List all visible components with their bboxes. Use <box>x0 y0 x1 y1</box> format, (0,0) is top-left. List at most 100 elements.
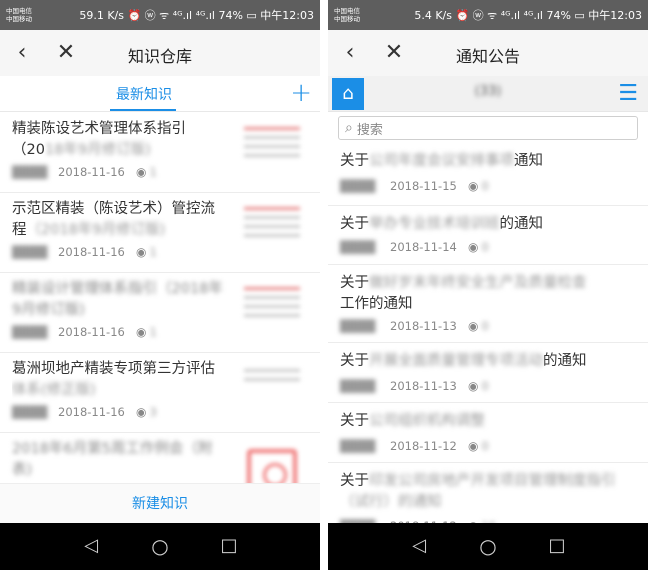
item-title: 示范区精装（陈设艺术）管控流程（2018年9月修订版) <box>12 201 215 238</box>
item-date: 2018-11-16 <box>58 165 125 179</box>
carrier-1: 中国电信 <box>334 7 360 15</box>
system-home-icon[interactable]: ○ <box>475 533 501 559</box>
item-meta: ████ 2018-11-16 ◉ 3 <box>12 405 157 419</box>
system-back-icon[interactable]: ◁ <box>78 533 104 559</box>
item-views: 1 <box>149 325 157 339</box>
carrier-labels: 中国电信 中国移动 <box>334 7 374 23</box>
notice-screen: 中国电信 中国移动 5.4 K/s ⏰ ⓦ ᯤ ⁴ᴳ.ıl ⁴ᴳ.ıl 74% … <box>328 0 648 570</box>
tab-latest-knowledge[interactable]: 最新知识 <box>116 84 172 104</box>
item-meta: ████ 2018-11-16 ◉ 1 <box>12 325 157 339</box>
item-title: 精装陈设艺术管理体系指引（2018年9月修订版) <box>12 121 186 158</box>
item-author: ████ <box>340 439 376 453</box>
system-back-icon[interactable]: ◁ <box>406 533 432 559</box>
item-meta: ████ 2018-11-16 ◉ 1 <box>12 245 157 259</box>
item-date: 2018-11-15 <box>390 179 457 193</box>
item-author: ████ <box>12 165 48 179</box>
item-author: ████ <box>340 240 376 254</box>
carrier-1: 中国电信 <box>6 7 32 15</box>
list-item[interactable]: 精装设计管理体系指引（2018年9月修订版) ████ 2018-11-16 ◉… <box>0 273 320 353</box>
item-title: 葛洲坝地产精装专项第三方评估体系(修正版) <box>12 361 215 398</box>
item-author: ████ <box>340 379 376 393</box>
item-date: 2018-11-12 <box>390 439 457 453</box>
eye-icon: ◉ <box>468 240 479 254</box>
eye-icon: ◉ <box>468 179 479 193</box>
item-thumbnail <box>240 363 304 421</box>
list-item[interactable]: 葛洲坝地产精装专项第三方评估体系(修正版) ████ 2018-11-16 ◉ … <box>0 353 320 433</box>
search-placeholder: 搜索 <box>356 122 383 138</box>
carrier-2: 中国移动 <box>6 15 32 23</box>
item-title: 关于开展全面质量管理专项活动的通知 <box>340 353 587 369</box>
item-title: 关于公司年度会议安排事项通知 <box>340 153 543 169</box>
list-item[interactable]: 精装陈设艺术管理体系指引（2018年9月修订版) ████ 2018-11-16… <box>0 113 320 193</box>
item-title: 2018年6月第5周工作例会（附表) <box>12 441 213 478</box>
item-views: 1 <box>149 245 157 259</box>
item-views: 0 <box>481 379 489 393</box>
nav-bar: ‹ ✕ 通知公告 <box>328 30 648 76</box>
system-recent-icon[interactable]: □ <box>544 533 570 559</box>
item-author: ████ <box>12 245 48 259</box>
system-home-icon[interactable]: ○ <box>147 533 173 559</box>
notice-count: (33) <box>474 84 502 99</box>
new-knowledge-button[interactable]: 新建知识 <box>0 483 320 523</box>
knowledge-screen: 中国电信 中国移动 59.1 K/s ⏰ ⓦ ᯤ ⁴ᴳ.ıl ⁴ᴳ.ıl 74%… <box>0 0 320 570</box>
item-meta: ████ 2018-11-16 ◉ 1 <box>12 165 157 179</box>
item-date: 2018-11-13 <box>390 319 457 333</box>
item-date: 2018-11-14 <box>390 240 457 254</box>
search-bar: ⌕ 搜索 <box>328 112 648 142</box>
eye-icon: ◉ <box>136 405 147 419</box>
list-item[interactable]: 2018年6月第5周工作例会（附表) <box>0 433 320 483</box>
item-title: 精装设计管理体系指引（2018年9月修订版) <box>12 281 223 318</box>
notice-header: ⌂ (33) ☰ <box>328 76 648 112</box>
item-author: ████ <box>12 405 48 419</box>
item-thumbnail <box>240 443 304 483</box>
item-author: ████ <box>340 179 376 193</box>
item-views: 0 <box>481 319 489 333</box>
item-thumbnail <box>240 123 304 181</box>
search-icon: ⌕ <box>345 120 353 136</box>
system-recent-icon[interactable]: □ <box>216 533 242 559</box>
eye-icon: ◉ <box>468 379 479 393</box>
carrier-labels: 中国电信 中国移动 <box>6 7 46 23</box>
item-meta: ████ 2018-11-12 ◉ 0 <box>340 439 489 453</box>
item-title: 关于印发公司房地产开发项目管理制度指引（试行）的通知 <box>340 473 616 510</box>
status-indicators: 5.4 K/s ⏰ ⓦ ᯤ ⁴ᴳ.ıl ⁴ᴳ.ıl 74% ▭ 中午12:03 <box>414 9 642 22</box>
list-item[interactable]: 关于公司年度会议安排事项通知 ████ 2018-11-15 ◉ 0 <box>328 143 648 206</box>
carrier-2: 中国移动 <box>334 15 360 23</box>
item-title: 关于举办专业技术培训班的通知 <box>340 216 543 232</box>
item-date: 2018-11-16 <box>58 245 125 259</box>
knowledge-list[interactable]: 精装陈设艺术管理体系指引（2018年9月修订版) ████ 2018-11-16… <box>0 113 320 483</box>
list-item[interactable]: 关于印发公司房地产开发项目管理制度指引（试行）的通知 ████ 2018-11-… <box>328 463 648 523</box>
system-nav-bar: ◁ ○ □ <box>328 523 648 570</box>
item-views: 1 <box>149 165 157 179</box>
list-icon[interactable]: ☰ <box>618 80 638 108</box>
list-item[interactable]: 关于开展全面质量管理专项活动的通知 ████ 2018-11-13 ◉ 0 <box>328 343 648 403</box>
item-meta: ████ 2018-11-15 ◉ 0 <box>340 179 489 193</box>
item-views: 0 <box>481 179 489 193</box>
add-icon[interactable]: + <box>290 78 312 108</box>
item-views: 0 <box>481 439 489 453</box>
eye-icon: ◉ <box>136 325 147 339</box>
item-author: ████ <box>340 319 376 333</box>
list-item[interactable]: 关于公司组织机构调整 ████ 2018-11-12 ◉ 0 <box>328 403 648 463</box>
item-meta: ████ 2018-11-14 ◉ 0 <box>340 240 489 254</box>
item-date: 2018-11-13 <box>390 379 457 393</box>
notice-list[interactable]: 关于公司年度会议安排事项通知 ████ 2018-11-15 ◉ 0 关于举办专… <box>328 143 648 523</box>
eye-icon: ◉ <box>468 319 479 333</box>
list-item[interactable]: 关于做好岁末年终安全生产及质量检查 工作的通知 ████ 2018-11-13 ◉… <box>328 265 648 343</box>
list-item[interactable]: 关于举办专业技术培训班的通知 ████ 2018-11-14 ◉ 0 <box>328 206 648 265</box>
search-input[interactable]: ⌕ 搜索 <box>338 116 638 140</box>
item-date: 2018-11-16 <box>58 405 125 419</box>
list-item[interactable]: 示范区精装（陈设艺术）管控流程（2018年9月修订版) ████ 2018-11… <box>0 193 320 273</box>
item-thumbnail <box>240 283 304 341</box>
item-views: 3 <box>149 405 157 419</box>
nav-bar: ‹ ✕ 知识仓库 <box>0 30 320 76</box>
item-meta: ████ 2018-11-13 ◉ 0 <box>340 319 489 333</box>
system-nav-bar: ◁ ○ □ <box>0 523 320 570</box>
tab-bar: 最新知识 + <box>0 76 320 112</box>
page-title: 知识仓库 <box>127 47 192 66</box>
item-thumbnail <box>240 203 304 261</box>
status-bar: 中国电信 中国移动 5.4 K/s ⏰ ⓦ ᯤ ⁴ᴳ.ıl ⁴ᴳ.ıl 74% … <box>328 0 648 30</box>
page-title: 通知公告 <box>455 47 520 66</box>
eye-icon: ◉ <box>136 245 147 259</box>
eye-icon: ◉ <box>136 165 147 179</box>
